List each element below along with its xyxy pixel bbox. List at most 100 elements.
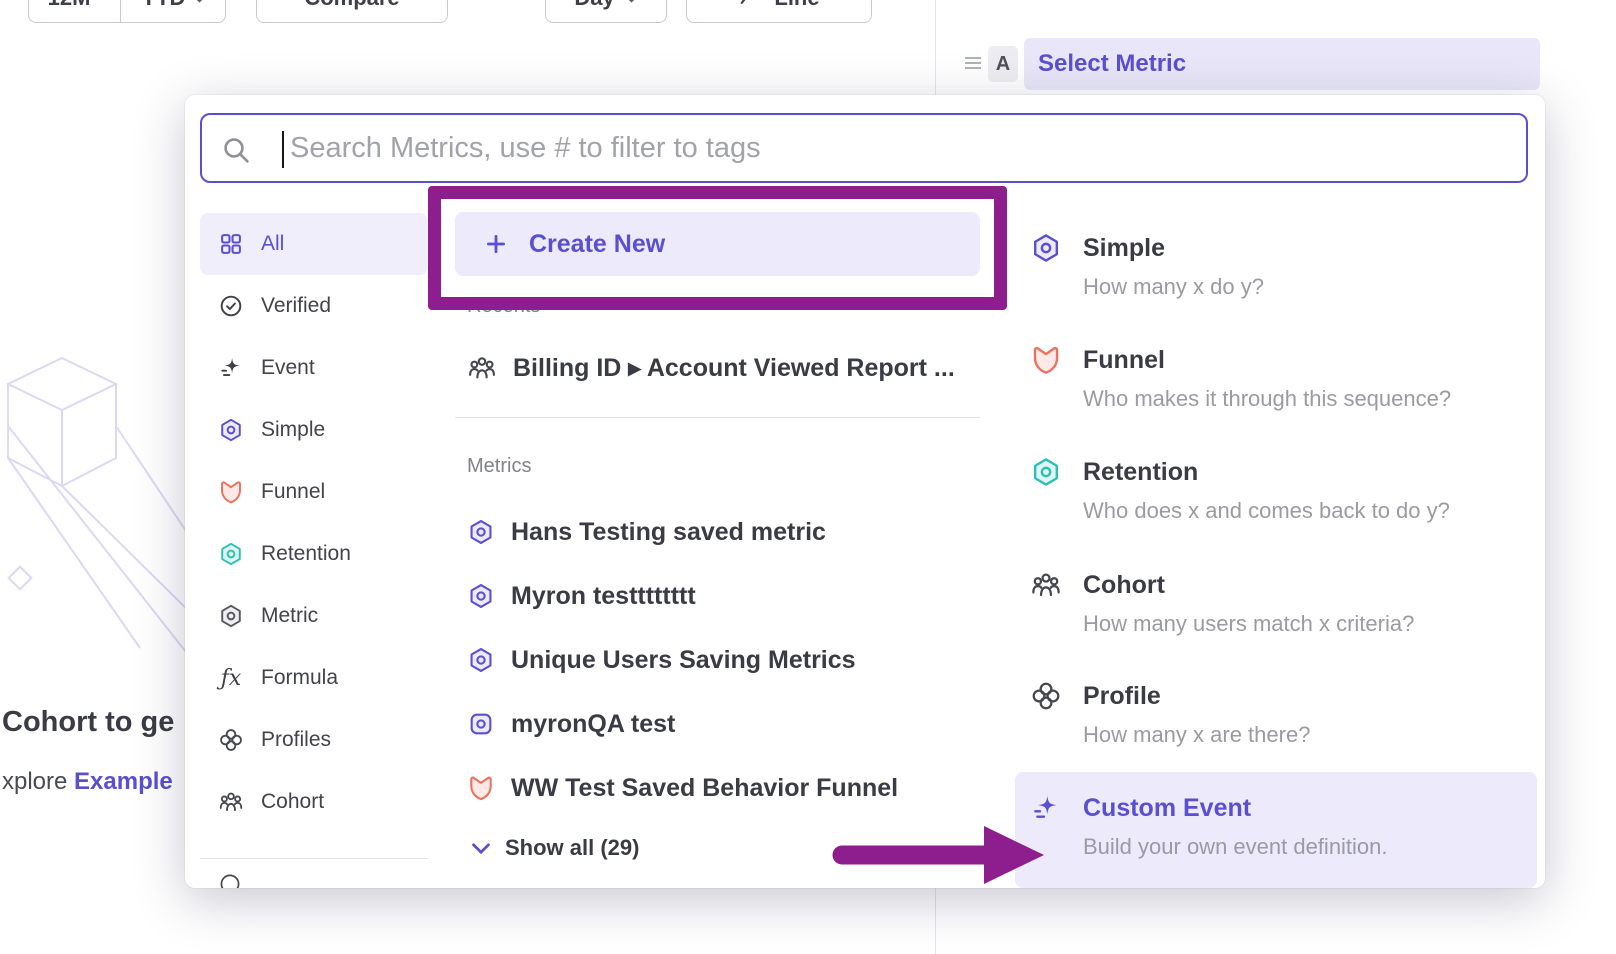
category-label: Event	[261, 356, 315, 380]
caret-down-icon	[625, 0, 638, 3]
date-range-control: 12M YTD	[28, 0, 226, 23]
empty-state-title-fragment: Cohort to ge	[2, 706, 174, 739]
row-letter-badge: A	[988, 46, 1018, 82]
compare-label: Compare	[304, 0, 399, 11]
range-12m-label: 12M	[48, 0, 91, 11]
metric-list-item[interactable]: Hans Testing saved metric	[467, 500, 826, 564]
people-icon	[218, 789, 244, 815]
type-funnel[interactable]: Funnel Who makes it through this sequenc…	[1015, 344, 1537, 436]
funnel-icon	[218, 479, 244, 505]
category-label: Formula	[261, 666, 338, 690]
metric-list-item[interactable]: myronQA test	[467, 692, 675, 756]
type-desc: How many users match x criteria?	[1083, 609, 1414, 639]
line-chart-type-button[interactable]: Line	[686, 0, 872, 23]
type-desc: Who makes it through this sequence?	[1083, 384, 1451, 414]
range-ytd-button[interactable]: YTD	[120, 0, 226, 22]
category-metric[interactable]: Metric	[200, 585, 428, 647]
hexagon-purple-icon	[467, 518, 495, 546]
line-chart-icon	[738, 0, 764, 11]
hexagon-gray-icon	[218, 603, 244, 629]
category-label: Verified	[261, 294, 331, 318]
compare-button[interactable]: Compare	[256, 0, 448, 23]
annotation-arrow	[828, 818, 1053, 892]
type-custom-event[interactable]: Custom Event Build your own event defini…	[1015, 772, 1537, 888]
verified-icon	[218, 293, 244, 319]
category-label: Funnel	[261, 480, 325, 504]
clover-icon	[218, 727, 244, 753]
category-label: Profiles	[261, 728, 331, 752]
hexagon-teal-icon	[218, 541, 244, 567]
type-title: Cohort	[1083, 569, 1165, 601]
clover-icon	[1030, 680, 1062, 712]
grid-icon	[218, 231, 244, 257]
category-label: Simple	[261, 418, 325, 442]
category-list: All Verified Event Simple Funnel Retenti…	[200, 213, 428, 888]
category-label: Cohort	[261, 790, 324, 814]
type-title: Simple	[1083, 232, 1165, 264]
select-metric-field[interactable]: Select Metric	[1024, 38, 1540, 90]
category-label: All	[261, 232, 284, 256]
type-profile[interactable]: Profile How many x are there?	[1015, 680, 1537, 772]
metric-list-item[interactable]: WW Test Saved Behavior Funnel	[467, 756, 898, 820]
recent-item[interactable]: Billing ID ▸ Account Viewed Report ...	[467, 340, 955, 396]
day-button[interactable]: Day	[545, 0, 667, 23]
line-label: Line	[774, 0, 819, 11]
hexagon-teal-icon	[1030, 456, 1062, 488]
category-label: Metric	[261, 604, 318, 628]
metric-item-label: Hans Testing saved metric	[511, 518, 826, 547]
metric-item-label: Myron testttttttt	[511, 582, 696, 611]
metrics-header: Metrics	[467, 455, 531, 478]
category-event[interactable]: Event	[200, 337, 428, 399]
type-title: Custom Event	[1083, 792, 1251, 824]
category-funnel[interactable]: Funnel	[200, 461, 428, 523]
metric-list-item[interactable]: Myron testttttttt	[467, 564, 696, 628]
category-simple[interactable]: Simple	[200, 399, 428, 461]
category-all[interactable]: All	[200, 213, 428, 275]
type-title: Profile	[1083, 680, 1161, 712]
hexagon-purple-icon	[467, 582, 495, 610]
type-desc: Build your own event definition.	[1083, 832, 1388, 862]
type-cohort[interactable]: Cohort How many users match x criteria?	[1015, 569, 1537, 661]
select-metric-label: Select Metric	[1038, 50, 1186, 78]
category-retention[interactable]: Retention	[200, 523, 428, 585]
type-desc: How many x do y?	[1083, 272, 1264, 302]
category-formula[interactable]: ƒx Formula	[200, 647, 428, 709]
range-12m-button[interactable]: 12M	[28, 0, 110, 22]
day-label: Day	[574, 0, 614, 11]
section-divider	[455, 417, 980, 418]
empty-state-subline: xplore Example	[2, 768, 173, 796]
show-all-label: Show all (29)	[505, 835, 639, 861]
funnel-icon	[467, 774, 495, 802]
range-ytd-label: YTD	[141, 0, 185, 11]
formula-icon: ƒx	[218, 665, 244, 691]
category-divider	[200, 858, 428, 859]
category-cohort[interactable]: Cohort	[200, 771, 428, 833]
category-profiles[interactable]: Profiles	[200, 709, 428, 771]
type-desc: How many x are there?	[1083, 720, 1310, 750]
category-verified[interactable]: Verified	[200, 275, 428, 337]
rounded-square-icon	[467, 710, 495, 738]
drag-handle-icon[interactable]	[963, 54, 983, 77]
show-all-button[interactable]: Show all (29)	[472, 828, 639, 868]
spark-icon	[218, 355, 244, 381]
metric-item-label: myronQA test	[511, 710, 675, 739]
metric-item-label: Unique Users Saving Metrics	[511, 646, 856, 675]
partial-category-icon	[218, 872, 428, 888]
hexagon-purple-icon	[218, 417, 244, 443]
type-title: Funnel	[1083, 344, 1165, 376]
metric-list-item[interactable]: Unique Users Saving Metrics	[467, 628, 856, 692]
empty-state-illustration	[0, 330, 210, 660]
type-retention[interactable]: Retention Who does x and comes back to d…	[1015, 456, 1537, 548]
app-canvas: 12M YTD Compare Day Line A Select Metric	[0, 0, 1616, 954]
metric-item-label: WW Test Saved Behavior Funnel	[511, 774, 898, 803]
caret-down-icon	[193, 0, 206, 3]
example-link[interactable]: Example	[74, 768, 173, 795]
type-simple[interactable]: Simple How many x do y?	[1015, 232, 1537, 324]
chevron-down-icon	[472, 842, 490, 855]
funnel-icon	[1030, 344, 1062, 376]
annotation-highlight-box	[428, 186, 1007, 310]
metric-type-column: Simple How many x do y? Funnel Who makes…	[1015, 95, 1537, 888]
subline-prefix: xplore	[2, 768, 74, 795]
category-label: Retention	[261, 542, 351, 566]
people-icon	[1030, 569, 1062, 601]
